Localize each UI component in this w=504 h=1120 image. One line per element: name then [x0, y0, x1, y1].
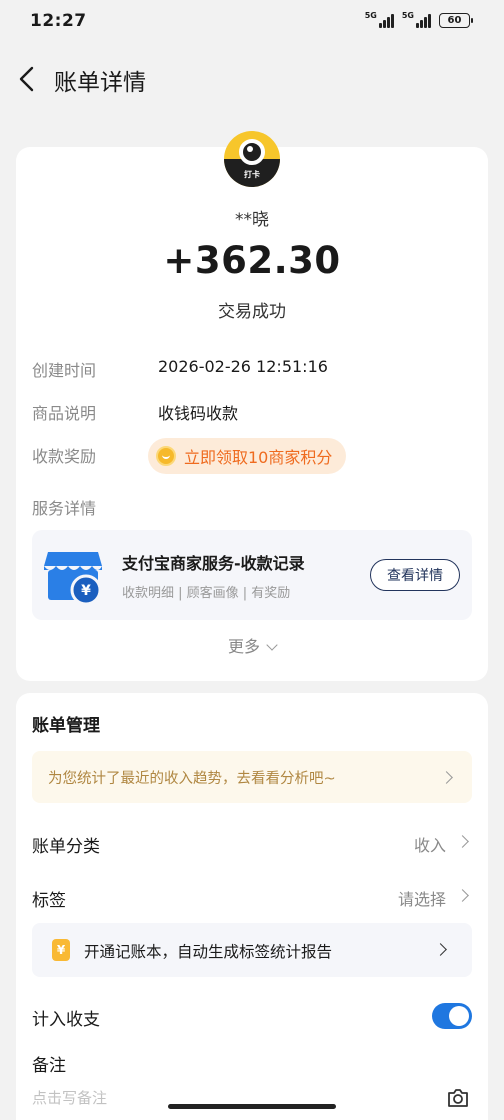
chevron-right-icon [440, 771, 453, 784]
claim-reward-button[interactable]: 立即领取10商家积分 [148, 438, 347, 474]
remark-input[interactable]: 点击写备注 [32, 1087, 107, 1108]
avatar-text: 打卡 [244, 170, 260, 179]
svg-text:¥: ¥ [81, 583, 91, 599]
battery-icon: 60 [439, 12, 473, 28]
camera-icon[interactable] [446, 1087, 470, 1109]
created-time-value: 2026-02-26 12:51:16 [158, 357, 328, 376]
income-analysis-banner[interactable]: 为您统计了最近的收入趋势，去看看分析吧~ [32, 751, 472, 803]
tag-label: 标签 [32, 891, 66, 911]
shop-icon: ¥ [44, 552, 102, 606]
created-time-label: 创建时间 [32, 361, 97, 380]
reward-label: 收款奖励 [32, 447, 97, 466]
transaction-status: 交易成功 [218, 302, 286, 322]
toggle-knob [449, 1006, 469, 1026]
reward-text: 立即领取10商家积分 [184, 448, 333, 467]
transaction-card: 打卡 **晓 +362.30 交易成功 创建时间 2026-02-26 12:5… [16, 131, 488, 681]
status-bar: 12:27 5G 5G 60 [0, 0, 504, 44]
status-time: 12:27 [30, 11, 87, 31]
analysis-text: 为您统计了最近的收入趋势，去看看分析吧~ [48, 771, 336, 787]
category-selector[interactable]: 收入 [396, 827, 476, 857]
yen-book-icon: ¥ [52, 939, 70, 961]
section-title: 账单管理 [32, 716, 100, 736]
page-title: 账单详情 [54, 70, 146, 96]
service-detail-label: 服务详情 [32, 499, 97, 518]
bill-detail-page: 12:27 5G 5G 60 账单详情 打卡 **晓 +362.30 交易成功 [0, 0, 504, 1120]
payer-avatar: 打卡 [224, 131, 280, 187]
include-toggle[interactable] [432, 1003, 472, 1029]
tag-value: 请选择 [397, 890, 446, 909]
view-details-button[interactable]: 查看详情 [370, 559, 460, 591]
category-value: 收入 [413, 836, 446, 855]
service-subtitle: 收款明细 | 顾客画像 | 有奖励 [122, 586, 291, 601]
signal-icon: 5G [365, 12, 394, 28]
header: 账单详情 [0, 52, 504, 106]
signal-icon-2: 5G [402, 12, 431, 28]
payer-name: **晓 [235, 210, 269, 230]
notebook-text: 开通记账本，自动生成标签统计报告 [84, 943, 333, 961]
more-text: 更多 [227, 637, 260, 656]
transaction-amount: +362.30 [163, 239, 341, 282]
merchant-service-entry[interactable]: ¥ 支付宝商家服务-收款记录 收款明细 | 顾客画像 | 有奖励 查看详情 [32, 530, 472, 620]
category-label: 账单分类 [32, 837, 100, 857]
chevron-right-icon [456, 889, 469, 902]
service-title: 支付宝商家服务-收款记录 [122, 554, 305, 573]
back-arrow-icon[interactable] [14, 62, 44, 96]
home-indicator[interactable] [168, 1104, 336, 1109]
chevron-down-icon [266, 639, 278, 651]
remark-label: 备注 [32, 1056, 66, 1076]
open-notebook-banner[interactable]: ¥ 开通记账本，自动生成标签统计报告 [32, 923, 472, 977]
bill-management-card: 账单管理 为您统计了最近的收入趋势，去看看分析吧~ 账单分类 收入 标签 请选择… [16, 693, 488, 1120]
tag-selector[interactable]: 请选择 [386, 881, 476, 911]
status-indicators: 5G 5G 60 [365, 12, 473, 28]
chevron-right-icon [434, 943, 447, 956]
include-label: 计入收支 [32, 1010, 100, 1030]
item-desc-value: 收钱码收款 [158, 404, 239, 423]
more-button[interactable]: 更多 [16, 633, 488, 657]
smile-coin-icon [156, 446, 176, 466]
item-desc-label: 商品说明 [32, 404, 97, 423]
chevron-right-icon [456, 835, 469, 848]
